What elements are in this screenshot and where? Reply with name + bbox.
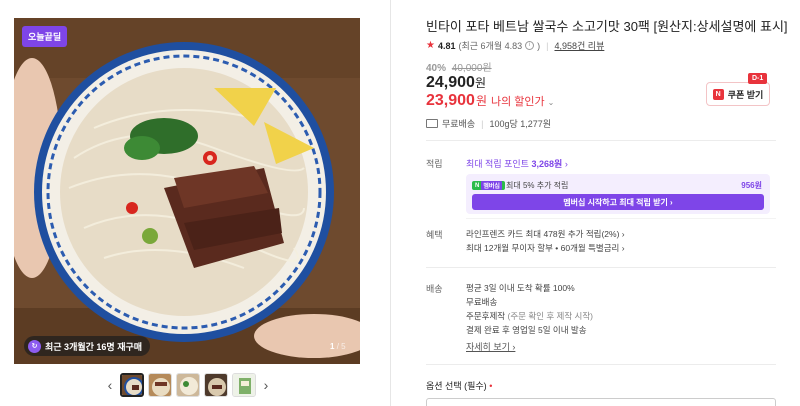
coupon-button[interactable]: N 쿠폰 받기 xyxy=(706,82,770,106)
section-divider xyxy=(426,267,776,268)
sale-price-unit: 원 xyxy=(474,76,486,90)
thumbnail-1[interactable] xyxy=(120,373,144,397)
thumb-image xyxy=(233,374,255,396)
column-divider xyxy=(390,0,391,406)
thumb-image xyxy=(205,374,227,396)
divider: | xyxy=(546,40,549,51)
chevron-right-icon: › xyxy=(564,159,568,169)
delivery-detail-link[interactable]: 자세히 보기 › xyxy=(466,340,515,353)
thumbnail-2[interactable] xyxy=(148,373,172,397)
product-title: 빈타이 포타 베트남 쌀국수 소고기맛 30팩 [원산지:상세설명에 표시] xyxy=(426,19,788,34)
my-price-unit: 원 xyxy=(475,94,487,108)
section-divider xyxy=(426,364,776,365)
review-count-link[interactable]: 4,958건 리뷰 xyxy=(554,39,604,52)
star-icon: ★ xyxy=(426,40,435,51)
membership-start-button[interactable]: 멤버십 시작하고 최대 적립 받기 › xyxy=(472,194,764,210)
sale-price-value: 24,900 xyxy=(426,74,475,91)
card-benefit-link[interactable]: 라인프렌즈 카드 최대 478원 추가 적립(2%) › xyxy=(466,227,625,241)
restock-chip: ↻ 최근 3개월간 16명 재구매 xyxy=(24,336,151,356)
delivery-info-list: 평균 3일 이내 도착 확률 100% 무료배송 주문후제작 (주문 확인 후 … xyxy=(466,281,593,337)
benefits-section-label: 혜택 xyxy=(426,230,443,240)
pho-bowl-illustration xyxy=(14,18,360,364)
membership-tag: 멤버십 xyxy=(481,181,502,190)
product-page: 오늘끝딜 ↻ 최근 3개월간 16명 재구매 1 / 5 ‹ › 빈타이 포타 … xyxy=(0,0,800,406)
max-points-label: 최대 적립 포인트 xyxy=(466,159,529,169)
thumbnail-strip: ‹ › xyxy=(104,372,274,398)
required-mark: • xyxy=(489,381,493,391)
membership-point-box: N 멤버십 최대 5% 추가 적립 956원 멤버십 시작하고 최대 적립 받기… xyxy=(466,174,770,214)
page-current: 1 xyxy=(330,342,335,351)
chevron-down-icon: ⌄ xyxy=(547,98,555,107)
option-label-text: 옵션 선택 (필수) xyxy=(426,381,487,391)
max-points-value: 3,268원 xyxy=(531,159,563,169)
truck-icon xyxy=(426,119,438,128)
shipping-summary: 무료배송 | 100g당 1,277원 xyxy=(426,117,551,130)
benefit-list: 라인프렌즈 카드 최대 478원 추가 적립(2%) › 최대 12개월 무이자… xyxy=(466,227,625,255)
image-page-counter: 1 / 5 xyxy=(330,342,346,351)
thumb-image xyxy=(122,375,142,395)
page-total: / 5 xyxy=(336,342,346,351)
original-price: 40,000원 xyxy=(451,63,492,74)
free-shipping-text: 무료배송 xyxy=(442,119,476,129)
max-points-link[interactable]: 최대 적립 포인트 3,268원 › xyxy=(466,157,568,170)
today-deal-badge: 오늘끝딜 xyxy=(22,26,68,47)
info-icon[interactable]: i xyxy=(525,41,535,50)
my-price-value: 23,900 xyxy=(426,92,475,109)
divider: | xyxy=(481,118,484,129)
made-to-order-note: (주문 확인 후 제작 시작) xyxy=(507,311,593,321)
points-section-label: 적립 xyxy=(426,159,443,169)
discount-rate: 40% xyxy=(426,63,447,74)
thumb-prev-button[interactable]: ‹ xyxy=(104,373,116,397)
free-shipping: 무료배송 xyxy=(466,297,498,307)
npay-n-icon: N xyxy=(475,182,480,189)
thumb-image xyxy=(149,374,171,396)
coupon-label: 쿠폰 받기 xyxy=(727,89,764,100)
section-divider xyxy=(426,140,776,141)
option-select-box[interactable] xyxy=(426,398,776,406)
thumbnail-3[interactable] xyxy=(176,373,200,397)
my-discount-price[interactable]: 23,900 원 나의 할인가 ⌄ xyxy=(426,92,554,110)
sale-price: 24,900원 xyxy=(426,74,486,92)
made-to-order-label: 주문후제작 xyxy=(466,311,506,321)
rating-recent: (최근 6개월 4.83 xyxy=(458,41,523,51)
thumbnail-4[interactable] xyxy=(204,373,228,397)
repurchase-icon: ↻ xyxy=(28,339,41,353)
my-price-label: 나의 할인가 xyxy=(490,96,545,108)
installment-benefit-link[interactable]: 최대 12개월 무이자 할부 • 60개월 특별금리 › xyxy=(466,241,625,255)
product-main-image[interactable] xyxy=(14,18,360,364)
dispatch-time: 결제 완료 후 영업일 5일 이내 발송 xyxy=(466,325,587,335)
unit-price-text: 100g당 1,277원 xyxy=(489,119,552,129)
option-select-label: 옵션 선택 (필수) • xyxy=(426,379,492,392)
coupon-n-icon: N xyxy=(712,88,724,100)
restock-text: 최근 3개월간 16명 재구매 xyxy=(45,341,143,352)
rating-row: ★ 4.81 (최근 6개월 4.83 i ) | 4,958건 리뷰 xyxy=(426,39,604,52)
delivery-section-label: 배송 xyxy=(426,284,443,294)
thumb-next-button[interactable]: › xyxy=(260,373,272,397)
made-to-order: 주문후제작 (주문 확인 후 제작 시작) xyxy=(466,309,593,323)
section-divider xyxy=(466,218,776,219)
rating-recent-close: ) xyxy=(537,40,541,51)
coupon-deadline-badge: D-1 xyxy=(748,73,768,84)
thumbnail-5[interactable] xyxy=(232,373,256,397)
thumb-image xyxy=(177,374,199,396)
arrival-probability: 평균 3일 이내 도착 확률 100% xyxy=(466,283,575,293)
npay-membership-badge: N 멤버십 xyxy=(472,181,505,190)
extra-points-amount: 956원 xyxy=(741,181,762,190)
extra-points-text: 최대 5% 추가 적립 xyxy=(506,181,569,190)
discount-row: 40% 40,000원 xyxy=(426,59,492,74)
rating-score: 4.81 xyxy=(437,40,456,51)
